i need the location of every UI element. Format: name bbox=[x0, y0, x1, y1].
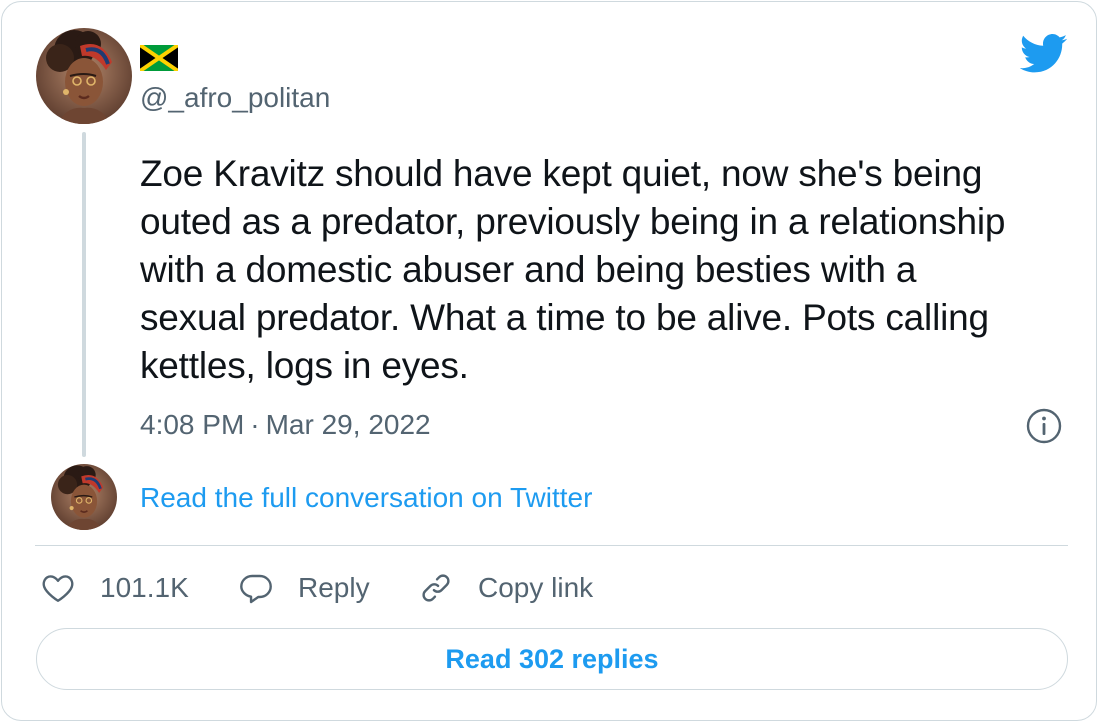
author-handle[interactable]: @_afro_politan bbox=[140, 82, 330, 114]
tweet-text: Zoe Kravitz should have kept quiet, now … bbox=[140, 153, 1006, 386]
action-bar: 101.1K Reply Copy link bbox=[40, 567, 593, 609]
author-avatar-small[interactable] bbox=[51, 464, 117, 530]
author-avatar[interactable] bbox=[36, 28, 132, 124]
tweet-date[interactable]: Mar 29, 2022 bbox=[266, 409, 431, 440]
link-icon bbox=[418, 570, 454, 606]
tweet-time[interactable]: 4:08 PM bbox=[140, 409, 244, 440]
read-replies-button[interactable]: Read 302 replies bbox=[36, 628, 1068, 690]
like-button[interactable]: 101.1K bbox=[40, 570, 238, 606]
copy-link-button[interactable]: Copy link bbox=[418, 570, 593, 606]
timestamp-separator: · bbox=[250, 409, 260, 440]
read-conversation-link[interactable]: Read the full conversation on Twitter bbox=[140, 482, 592, 514]
thread-line bbox=[82, 132, 86, 457]
like-count: 101.1K bbox=[100, 572, 189, 603]
divider bbox=[35, 545, 1068, 546]
read-replies-label: Read 302 replies bbox=[445, 643, 659, 674]
tweet-embed-card: @_afro_politan Zoe Kravitz should have k… bbox=[1, 1, 1097, 721]
tweet-timestamp[interactable]: 4:08 PM · Mar 29, 2022 bbox=[140, 408, 431, 442]
info-icon[interactable] bbox=[1025, 407, 1063, 445]
heart-icon bbox=[40, 570, 76, 606]
reply-label: Reply bbox=[298, 572, 370, 603]
reply-button[interactable]: Reply bbox=[238, 570, 418, 606]
twitter-bird-icon[interactable] bbox=[1020, 34, 1068, 74]
jamaica-flag-icon bbox=[140, 45, 178, 71]
speech-bubble-icon bbox=[238, 570, 274, 606]
copy-link-label: Copy link bbox=[478, 572, 594, 603]
